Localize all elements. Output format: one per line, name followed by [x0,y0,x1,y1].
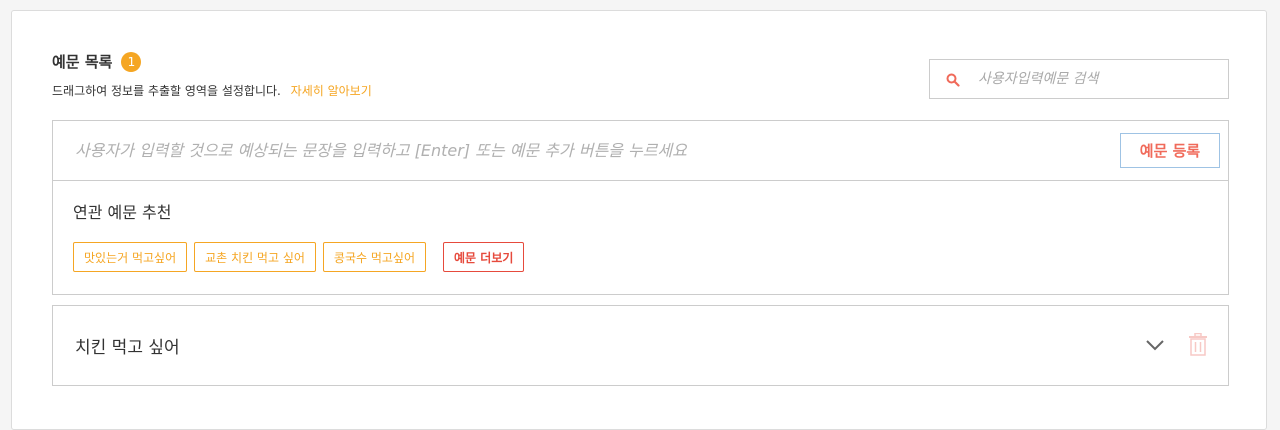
recommendations-title: 연관 예문 추천 [73,203,172,222]
example-input[interactable] [73,140,1117,161]
count-badge: 1 [121,51,142,72]
example-item-text: 치킨 먹고 싶어 [75,338,180,358]
section-header: 예문 목록 1 [52,51,142,72]
example-editor: 예문 등록 연관 예문 추천 맛있는거 먹고싶어 교촌 치킨 먹고 싶어 콩국수… [52,120,1229,295]
example-list-card: 예문 목록 1 드래그하여 정보를 추출할 영역을 설정합니다. 자세히 알아보… [11,10,1267,430]
chevron-down-icon[interactable] [1144,334,1166,356]
recommendation-chips: 맛있는거 먹고싶어 교촌 치킨 먹고 싶어 콩국수 먹고싶어 예문 더보기 [73,242,1208,272]
search-box [929,59,1229,99]
recommendation-chip[interactable]: 콩국수 먹고싶어 [322,242,427,272]
related-recommendations: 연관 예문 추천 맛있는거 먹고싶어 교촌 치킨 먹고 싶어 콩국수 먹고싶어 … [53,181,1228,292]
section-title: 예문 목록 [52,53,113,71]
search-input[interactable] [976,70,1220,88]
example-item[interactable]: 치킨 먹고 싶어 [52,305,1229,386]
learn-more-link[interactable]: 자세히 알아보기 [291,84,372,98]
more-examples-button[interactable]: 예문 더보기 [443,242,525,272]
example-item-actions [1144,332,1208,357]
subtitle-text: 드래그하여 정보를 추출할 영역을 설정합니다. [52,84,281,98]
section-subtitle: 드래그하여 정보를 추출할 영역을 설정합니다. 자세히 알아보기 [52,82,372,99]
example-input-row: 예문 등록 [53,121,1228,181]
search-icon [946,72,960,87]
recommendation-chip[interactable]: 맛있는거 먹고싶어 [73,242,188,272]
recommendation-chip[interactable]: 교촌 치킨 먹고 싶어 [194,242,316,272]
register-example-button[interactable]: 예문 등록 [1120,133,1220,168]
trash-icon[interactable] [1188,332,1208,357]
